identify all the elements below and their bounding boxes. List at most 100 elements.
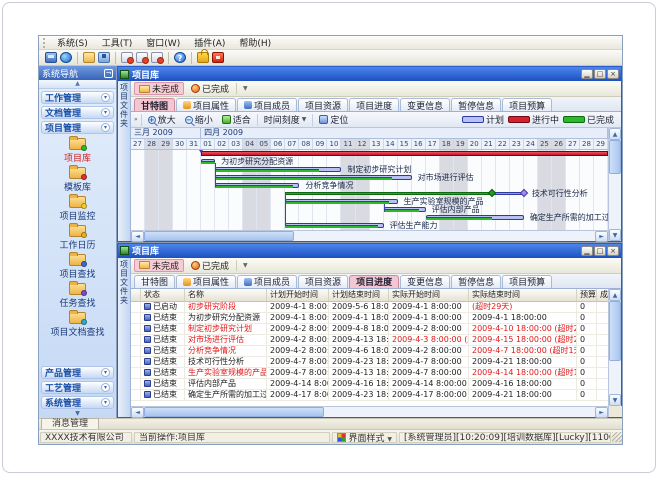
gantt-window-titlebar[interactable]: 项目库 ▁ □ × (118, 67, 621, 81)
day-header-cell[interactable]: 09 (313, 139, 327, 149)
scroll-right-icon[interactable]: ► (595, 407, 608, 418)
scrollbar-thumb[interactable] (609, 301, 621, 361)
sidebar-item-7[interactable]: 项目文档查找 (39, 311, 116, 339)
menu-tools[interactable]: 工具(T) (96, 36, 139, 49)
lock-icon[interactable] (197, 52, 209, 63)
day-header-cell[interactable]: 03 (229, 139, 243, 149)
day-header-cell[interactable]: 29 (159, 139, 173, 149)
help-icon[interactable]: ? (174, 52, 186, 63)
gantt-task-row[interactable]: 对市场进行评估 (131, 174, 608, 182)
zoom-out-button[interactable]: −缩小 (182, 113, 216, 126)
table-row[interactable]: 已结束为初步研究分配资源2009-4-1 8:00:002009-4-1 18:… (131, 313, 608, 324)
sidebar-group-bottom-1[interactable]: 工艺管理▾ (41, 381, 114, 394)
maximize-button[interactable]: □ (594, 246, 606, 256)
sidebar-item-1[interactable]: 项目库 (39, 137, 116, 165)
close-button[interactable]: × (607, 246, 619, 256)
column-header-3[interactable]: 名称 (185, 289, 267, 301)
column-header-7[interactable]: 实际结束时间 (469, 289, 577, 301)
folder-panel-tab[interactable]: 项目文件夹 (118, 258, 131, 418)
sidebar-group-bottom-0[interactable]: 产品管理▾ (41, 366, 114, 379)
day-header-cell[interactable]: 28 (580, 139, 594, 149)
scrollbar-thumb[interactable] (144, 231, 294, 241)
day-header-cell[interactable]: 02 (215, 139, 229, 149)
gantt-task-row[interactable]: 制定初步研究计划 (131, 166, 608, 174)
day-header-cell[interactable]: 06 (271, 139, 285, 149)
gantt-task-row[interactable]: 确定生产所需的加工过程 (131, 214, 608, 222)
day-header-cell[interactable]: 15 (398, 139, 412, 149)
mail-send-icon[interactable] (151, 52, 163, 63)
minimize-button[interactable]: ▁ (581, 246, 593, 256)
globe-icon[interactable] (60, 52, 72, 63)
maximize-button[interactable]: □ (594, 69, 606, 79)
column-header-6[interactable]: 实际开始时间 (389, 289, 469, 301)
sidebar-group-top-0[interactable]: 工作管理▾ (41, 91, 114, 104)
table-row[interactable]: 已结束对市场进行评估2009-4-2 8:00:002009-4-13 18:0… (131, 335, 608, 346)
day-header-cell[interactable]: 19 (454, 139, 468, 149)
scroll-up-icon[interactable]: ▲ (609, 289, 621, 301)
table-row[interactable]: 已结束分析竞争情况2009-4-2 8:00:002009-4-6 18:00:… (131, 346, 608, 357)
sidebar-group-top-2[interactable]: 项目管理▾ (41, 121, 114, 134)
filter-finished-button[interactable]: 已完成 (187, 259, 233, 272)
table-row[interactable]: 已结束生产实验室规模的产品2009-4-7 8:00:002009-4-13 1… (131, 368, 608, 379)
column-header-1[interactable] (131, 289, 141, 301)
save-icon[interactable] (98, 52, 110, 63)
day-header-cell[interactable]: 24 (524, 139, 538, 149)
table-row[interactable]: 已结束评估内部产品2009-4-14 8:00:002009-4-16 18:0… (131, 379, 608, 390)
tab-6[interactable]: 变更信息 (400, 275, 450, 288)
column-header-4[interactable]: 计划开始时间 (267, 289, 329, 301)
day-header-cell[interactable]: 17 (426, 139, 440, 149)
sidebar-group-bottom-2[interactable]: 系统管理▾ (41, 396, 114, 409)
fit-button[interactable]: 适合 (219, 113, 254, 126)
toolbar-overflow-icon[interactable]: » (134, 116, 138, 123)
gantt-task-row[interactable]: 技术可行性分析 (131, 190, 608, 198)
day-header-cell[interactable]: 14 (384, 139, 398, 149)
scroll-down-icon[interactable]: ▼ (609, 394, 621, 406)
sidebar-item-6[interactable]: 任务查找 (39, 282, 116, 310)
table-horizontal-scrollbar[interactable]: ◄ ► (131, 406, 608, 417)
tab-2[interactable]: 项目属性 (176, 98, 236, 111)
minimize-button[interactable]: ▁ (581, 69, 593, 79)
sidebar-item-3[interactable]: 项目监控 (39, 195, 116, 223)
tab-4[interactable]: 项目资源 (298, 98, 348, 111)
gantt-task-row[interactable] (131, 150, 608, 158)
close-button[interactable]: × (607, 69, 619, 79)
tab-6[interactable]: 变更信息 (400, 98, 450, 111)
tab-8[interactable]: 项目预算 (502, 275, 552, 288)
tab-3[interactable]: 项目成员 (237, 275, 297, 288)
computer-icon[interactable] (45, 52, 57, 63)
day-header-cell[interactable]: 26 (552, 139, 566, 149)
column-header-5[interactable]: 计划结束时间 (329, 289, 389, 301)
interface-style-dropdown[interactable]: 界面样式 ▼ (332, 432, 397, 443)
scroll-right-icon[interactable]: ► (595, 231, 608, 242)
sidebar-item-5[interactable]: 项目查找 (39, 253, 116, 281)
menu-window[interactable]: 窗口(W) (140, 36, 186, 49)
day-header-cell[interactable]: 04 (243, 139, 257, 149)
message-management-tab[interactable]: 消息管理 (41, 418, 99, 429)
tab-7[interactable]: 暂停信息 (451, 275, 501, 288)
scroll-left-icon[interactable]: ◄ (131, 231, 144, 242)
day-header-cell[interactable]: 30 (173, 139, 187, 149)
exit-icon[interactable] (212, 52, 224, 63)
day-header-cell[interactable]: 10 (327, 139, 341, 149)
tab-3[interactable]: 项目成员 (237, 98, 297, 111)
folder-panel-tab[interactable]: 项目文件夹 (118, 81, 131, 241)
day-header-cell[interactable]: 25 (538, 139, 552, 149)
table-row[interactable]: 已启动初步研究阶段2009-4-1 8:00:002009-5-6 18:00:… (131, 302, 608, 313)
scroll-up-icon[interactable]: ▲ (609, 128, 621, 140)
day-header-cell[interactable]: 28 (145, 139, 159, 149)
table-window-titlebar[interactable]: 项目库 ▁ □ × (118, 244, 621, 258)
filter-overflow-icon[interactable]: ▼ (240, 85, 251, 92)
tab-1[interactable]: 甘特图 (134, 98, 175, 111)
mail-receive-icon[interactable] (136, 52, 148, 63)
resize-grip[interactable] (612, 432, 622, 442)
day-header-cell[interactable]: 01 (201, 139, 215, 149)
pin-icon[interactable]: ¬ (104, 69, 113, 78)
gantt-horizontal-scrollbar[interactable]: ◄ ► (131, 230, 608, 241)
day-header-cell[interactable]: 13 (370, 139, 384, 149)
day-header-cell[interactable]: 16 (412, 139, 426, 149)
day-header-cell[interactable]: 05 (257, 139, 271, 149)
gantt-body[interactable]: 为初步研究分配资源制定初步研究计划对市场进行评估分析竞争情况技术可行性分析生产实… (131, 150, 608, 230)
time-scale-dropdown[interactable]: 时间刻度▼ (261, 113, 310, 126)
day-header-cell[interactable]: 21 (482, 139, 496, 149)
tab-8[interactable]: 项目预算 (502, 98, 552, 111)
